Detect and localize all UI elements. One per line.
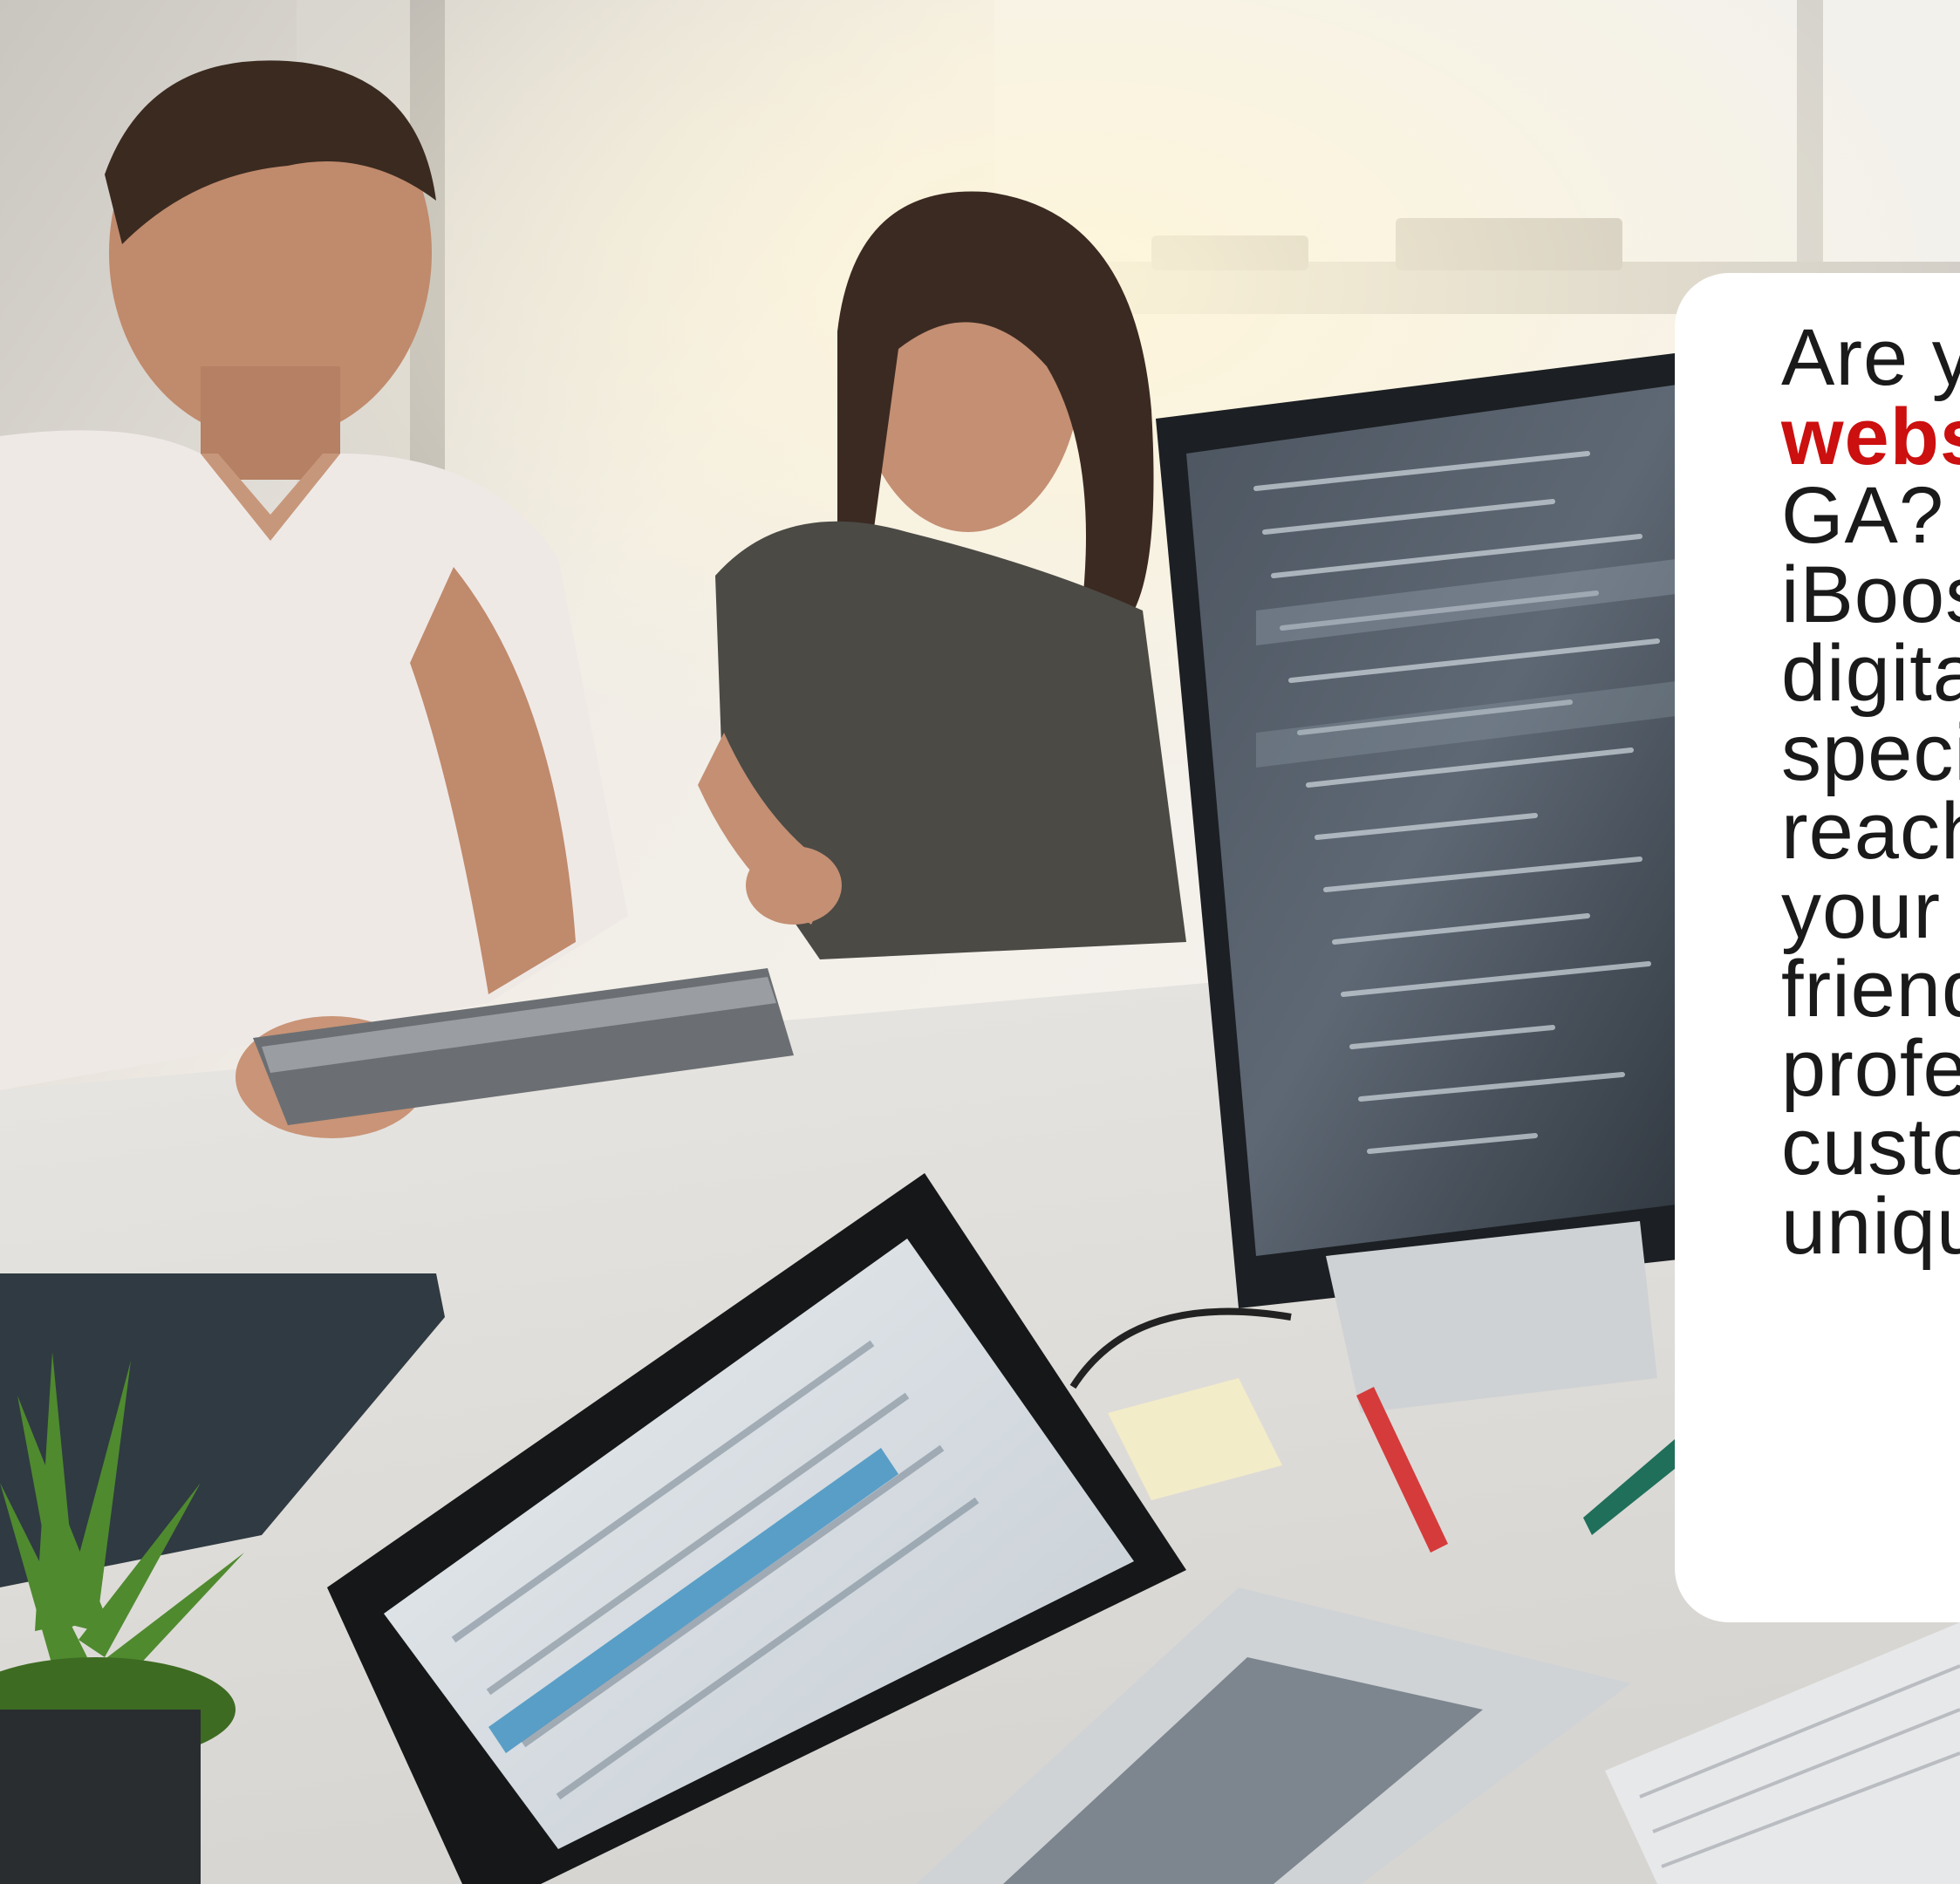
- intro-line: Are you looking for a: [1781, 313, 1960, 402]
- intro-text-card: Are you looking for a website design in …: [1675, 273, 1960, 1622]
- intro-line: specializing in helping you: [1781, 707, 1960, 797]
- office-scene-illustration: [0, 0, 1960, 1884]
- intro-line: professional team creates: [1781, 1023, 1960, 1113]
- intro-line: your brand. Our: [1781, 865, 1960, 955]
- intro-line: iBoost Web is a top: [1781, 550, 1960, 639]
- intro-line: reach new customers with: [1781, 787, 1960, 876]
- intro-line: unique needs.: [1781, 1181, 1960, 1271]
- intro-line-highlight: website design in: [1781, 392, 1960, 481]
- intro-line: GA? Then look no further.: [1781, 471, 1960, 560]
- intro-line: friendly and: [1781, 945, 1960, 1034]
- intro-line: custom websites for your: [1781, 1102, 1960, 1191]
- hero-photo: [0, 0, 1960, 1884]
- intro-line: digital marketing agency: [1781, 629, 1960, 718]
- intro-text: Are you looking for a website design in …: [1781, 313, 1960, 1271]
